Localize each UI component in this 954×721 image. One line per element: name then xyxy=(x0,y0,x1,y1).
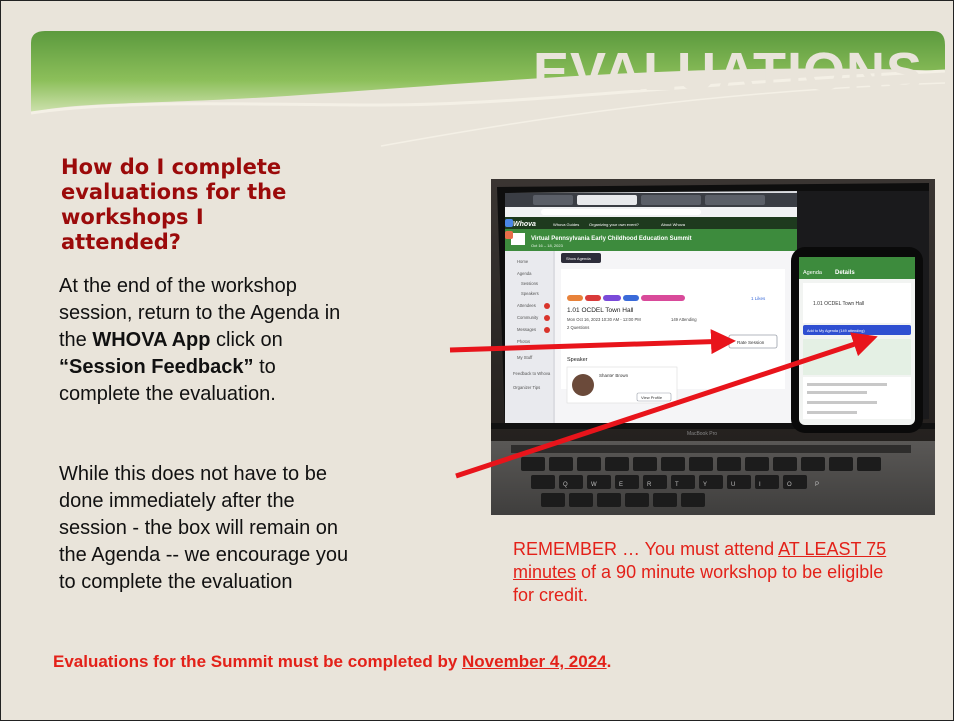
whova-top-nav xyxy=(505,217,797,229)
question-heading: How do I complete evaluations for the wo… xyxy=(61,155,287,254)
key-r: R xyxy=(647,482,652,488)
view-profile-label: View Profile xyxy=(641,395,663,400)
whova-sidebar xyxy=(505,251,553,423)
sidebar-item-organizer-tips[interactable]: Organizer Tips xyxy=(513,385,540,390)
laptop-label: MacBook Pro xyxy=(687,431,717,437)
deadline-date: November 4, 2024 xyxy=(462,652,607,671)
instruction-text-2: click on xyxy=(210,329,283,351)
speaker-heading: Speaker xyxy=(567,357,588,363)
sidebar-item-messages[interactable]: Messages xyxy=(517,327,536,332)
nav-link-about[interactable]: About Whova xyxy=(661,222,686,227)
encouragement-paragraph: While this does not have to be done imme… xyxy=(59,463,349,593)
photo-illustration: Whova Whova Guides Organizing your own e… xyxy=(491,179,935,515)
phone-back-link[interactable]: Agenda xyxy=(803,270,823,276)
event-title: Virtual Pennsylvania Early Childhood Edu… xyxy=(531,236,692,242)
deadline-notice: Evaluations for the Summit must be compl… xyxy=(53,652,611,672)
questions-count[interactable]: 2 Questions xyxy=(567,325,589,330)
likes-count[interactable]: 1 Likes xyxy=(751,296,766,301)
nav-link-organizing[interactable]: Organizing your own event? xyxy=(589,222,640,227)
attending-count: 149 Attending xyxy=(671,317,697,322)
key-p: P xyxy=(815,482,819,488)
sidebar-item-community[interactable]: Community xyxy=(517,315,539,320)
speaker-name[interactable]: Shante' Brown xyxy=(599,373,629,378)
sidebar-item-photos[interactable]: Photos xyxy=(517,339,530,344)
show-agenda-label: Show Agenda xyxy=(566,256,591,261)
session-time: Mon Oct 16, 2023 10:30 AM - 12:00 PM xyxy=(567,317,641,322)
event-dates: Oct 16 – 18, 2023 xyxy=(531,243,564,248)
sidebar-item-home[interactable]: Home xyxy=(517,259,529,264)
key-w: W xyxy=(591,482,597,488)
key-u: U xyxy=(731,482,735,488)
key-q: Q xyxy=(563,482,568,488)
slide: EVALUATIONS How do I complete evaluation… xyxy=(0,0,954,721)
sidebar-item-sessions[interactable]: Sessions xyxy=(521,281,538,286)
sidebar-item-speakers[interactable]: Speakers xyxy=(521,291,539,296)
deadline-text: Evaluations for the Summit must be compl… xyxy=(53,652,463,671)
speaker-avatar xyxy=(572,374,594,396)
instruction-paragraph: At the end of the workshop session, retu… xyxy=(59,273,359,408)
sidebar-item-my-stuff[interactable]: My Stuff xyxy=(517,355,533,360)
phone-add-agenda-label: Add to My Agenda (149 attending) xyxy=(807,329,865,333)
key-o: O xyxy=(787,482,792,488)
sidebar-item-feedback[interactable]: Feedback to Whova xyxy=(513,371,551,376)
key-t: T xyxy=(675,482,679,488)
session-title: 1.01 OCDEL Town Hall xyxy=(567,307,634,314)
whova-app-text: WHOVA App xyxy=(92,329,211,351)
sidebar-item-agenda[interactable]: Agenda xyxy=(517,271,532,276)
key-y: Y xyxy=(703,482,707,488)
slide-title: EVALUATIONS xyxy=(532,42,923,102)
phone-session-title: 1.01 OCDEL Town Hall xyxy=(813,301,864,307)
key-e: E xyxy=(619,482,623,488)
attendance-reminder: REMEMBER … You must attend AT LEAST 75 m… xyxy=(513,538,893,607)
whova-brand: Whova xyxy=(513,221,536,228)
phone-header-title: Details xyxy=(835,270,855,276)
sidebar-item-attendees[interactable]: Attendees xyxy=(517,303,536,308)
reminder-text-1: REMEMBER … You must attend xyxy=(513,539,779,559)
deadline-period: . xyxy=(606,652,612,671)
whova-photo: Whova Whova Guides Organizing your own e… xyxy=(491,179,935,515)
phone: Agenda Details 1.01 OCDEL Town Hall Add … xyxy=(791,247,923,433)
nav-link-guides[interactable]: Whova Guides xyxy=(553,222,579,227)
session-feedback-text: “Session Feedback” xyxy=(59,356,254,378)
rate-session-label: Rate Session xyxy=(737,340,765,345)
